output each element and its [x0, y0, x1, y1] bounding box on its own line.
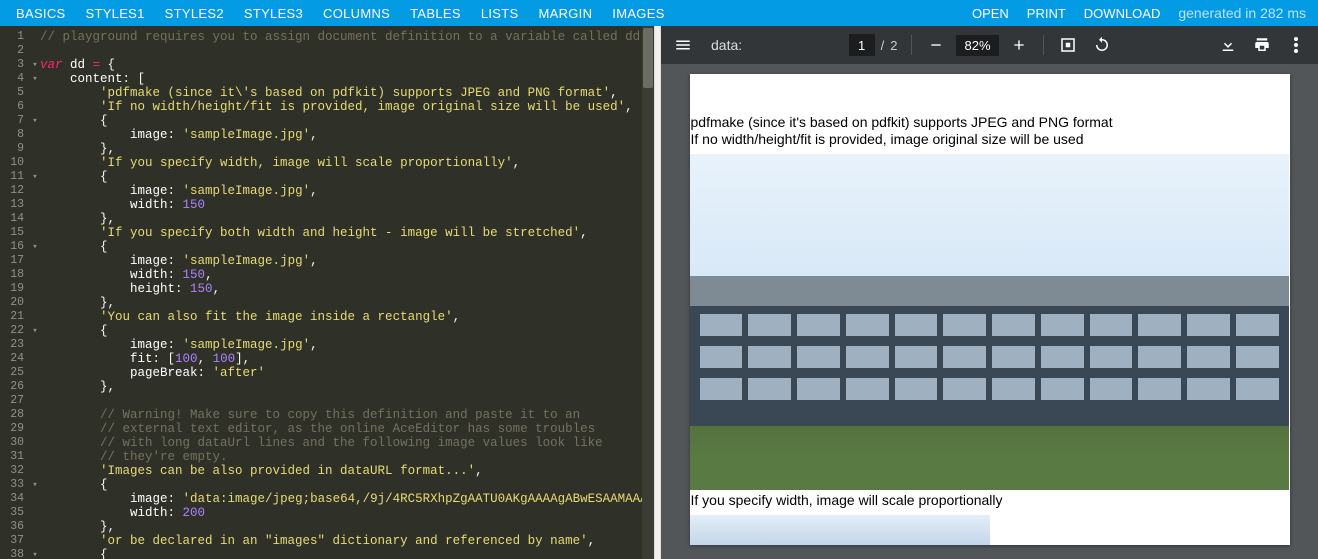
fold-marker	[30, 128, 40, 142]
print-icon[interactable]	[1252, 35, 1272, 55]
tab-styles1[interactable]: STYLES1	[75, 1, 154, 26]
tab-images[interactable]: IMAGES	[602, 1, 674, 26]
pdf-text-line: If no width/height/fit is provided, imag…	[690, 131, 1290, 148]
pdf-filename: data:	[711, 37, 742, 53]
pdf-page: pdfmake (since it's based on pdfkit) sup…	[690, 74, 1290, 545]
fold-marker	[30, 492, 40, 506]
fold-marker	[30, 44, 40, 58]
tab-margin[interactable]: MARGIN	[528, 1, 602, 26]
fold-marker	[30, 534, 40, 548]
fold-marker	[30, 520, 40, 534]
editor-scrollbar[interactable]	[642, 26, 654, 559]
tab-tables[interactable]: TABLES	[400, 1, 471, 26]
action-download[interactable]: DOWNLOAD	[1084, 6, 1161, 21]
pdf-text-line: pdfmake (since it's based on pdfkit) sup…	[690, 114, 1290, 131]
fold-marker[interactable]: ▾	[30, 170, 40, 184]
page-total: 2	[890, 38, 897, 53]
tab-columns[interactable]: COLUMNS	[313, 1, 400, 26]
action-open[interactable]: OPEN	[972, 6, 1009, 21]
fold-marker	[30, 506, 40, 520]
fold-marker	[30, 366, 40, 380]
pdf-viewport[interactable]: pdfmake (since it's based on pdfkit) sup…	[661, 64, 1318, 559]
fold-marker	[30, 226, 40, 240]
fold-marker	[30, 422, 40, 436]
fold-marker	[30, 338, 40, 352]
code-editor[interactable]: 1234567891011121314151617181920212223242…	[0, 26, 654, 559]
fold-marker	[30, 408, 40, 422]
pdf-text-line: If you specify width, image will scale p…	[690, 492, 1290, 509]
line-gutter: 1234567891011121314151617181920212223242…	[0, 26, 30, 559]
fold-marker	[30, 310, 40, 324]
fold-marker	[30, 212, 40, 226]
fold-marker	[30, 380, 40, 394]
fold-marker	[30, 450, 40, 464]
generated-time: generated in 282 ms	[1178, 5, 1306, 21]
download-icon[interactable]	[1218, 35, 1238, 55]
rotate-icon[interactable]	[1092, 35, 1112, 55]
page-sep: /	[881, 38, 885, 53]
more-icon[interactable]	[1286, 35, 1306, 55]
fold-marker[interactable]: ▾	[30, 548, 40, 559]
pdf-sample-image-small	[690, 515, 990, 545]
pdf-preview-pane: data: / 2 82% pdfmake (since it's	[661, 26, 1318, 559]
tab-basics[interactable]: BASICS	[6, 1, 75, 26]
top-actions: OPEN PRINT DOWNLOAD generated in 282 ms	[972, 5, 1312, 21]
tab-styles2[interactable]: STYLES2	[155, 1, 234, 26]
action-print[interactable]: PRINT	[1027, 6, 1066, 21]
fold-marker	[30, 100, 40, 114]
fold-marker[interactable]: ▾	[30, 58, 40, 72]
tab-styles3[interactable]: STYLES3	[234, 1, 313, 26]
fold-marker[interactable]: ▾	[30, 324, 40, 338]
zoom-in-icon[interactable]	[1009, 35, 1029, 55]
fold-marker[interactable]: ▾	[30, 72, 40, 86]
fold-marker	[30, 254, 40, 268]
fold-marker	[30, 142, 40, 156]
page-indicator: / 2	[849, 34, 898, 56]
code-content[interactable]: // playground requires you to assign doc…	[40, 26, 642, 559]
fold-marker	[30, 282, 40, 296]
fold-marker	[30, 184, 40, 198]
fit-page-icon[interactable]	[1058, 35, 1078, 55]
page-current-input[interactable]	[849, 34, 875, 56]
fold-marker	[30, 86, 40, 100]
fold-marker	[30, 296, 40, 310]
fold-marker	[30, 394, 40, 408]
fold-marker	[30, 352, 40, 366]
fold-marker	[30, 30, 40, 44]
pdf-sample-image	[690, 154, 1289, 490]
top-toolbar: BASICSSTYLES1STYLES2STYLES3COLUMNSTABLES…	[0, 0, 1318, 26]
tab-lists[interactable]: LISTS	[471, 1, 529, 26]
fold-marker	[30, 198, 40, 212]
zoom-value[interactable]: 82%	[956, 35, 998, 56]
fold-marker	[30, 436, 40, 450]
fold-gutter: ▾▾▾▾▾▾▾▾	[30, 26, 40, 559]
fold-marker	[30, 156, 40, 170]
fold-marker	[30, 464, 40, 478]
split-divider[interactable]	[654, 26, 661, 559]
fold-marker[interactable]: ▾	[30, 478, 40, 492]
menu-icon[interactable]	[673, 35, 693, 55]
fold-marker	[30, 268, 40, 282]
zoom-out-icon[interactable]	[926, 35, 946, 55]
pdf-toolbar: data: / 2 82%	[661, 26, 1318, 64]
fold-marker[interactable]: ▾	[30, 240, 40, 254]
scrollbar-thumb[interactable]	[643, 28, 653, 88]
example-tabs: BASICSSTYLES1STYLES2STYLES3COLUMNSTABLES…	[6, 1, 675, 26]
fold-marker[interactable]: ▾	[30, 114, 40, 128]
